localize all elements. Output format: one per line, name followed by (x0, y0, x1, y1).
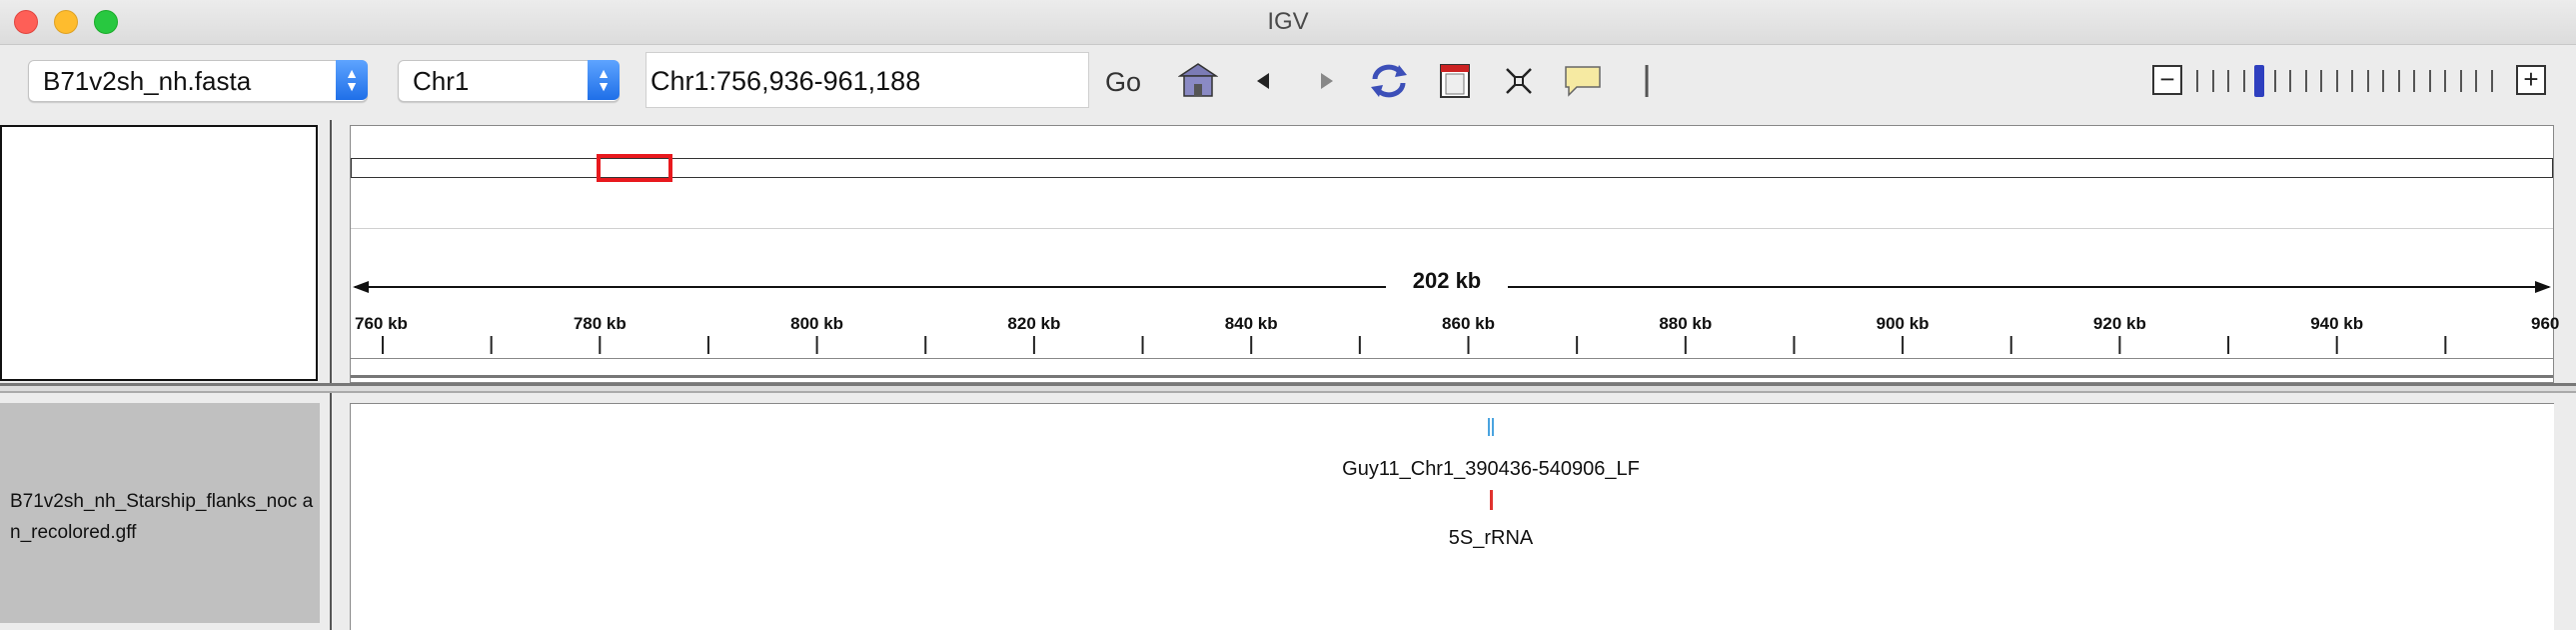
chromosome-ideogram[interactable] (351, 158, 2553, 178)
ruler-ticks[interactable] (351, 336, 2553, 356)
track-name-label: B71v2sh_nh_Starship_flanks_noc an_recolo… (10, 491, 314, 543)
go-button[interactable]: Go (1105, 67, 1141, 98)
zoom-tick[interactable] (2366, 70, 2369, 92)
zoom-slider[interactable]: − + (2152, 65, 2546, 99)
ruler-baseline (351, 358, 2553, 378)
genome-dropdown[interactable]: B71v2sh_nh.fasta ▲ ▼ (28, 60, 368, 102)
ruler-tick-label: 880 kb (1659, 314, 1713, 333)
zoom-tick[interactable] (2196, 70, 2198, 92)
zoom-tick[interactable] (2459, 70, 2462, 92)
ideogram-gap-line (351, 228, 2553, 229)
span-label: 202 kb (1404, 268, 1490, 294)
title-bar: IGV (0, 0, 2576, 45)
resize-icon[interactable] (1497, 59, 1541, 103)
zoom-tick[interactable] (2444, 70, 2446, 92)
track-name-panel[interactable]: B71v2sh_nh_Starship_flanks_noc an_recolo… (0, 403, 320, 623)
panel-divider[interactable] (0, 383, 2576, 393)
ruler-tick-label: 800 kb (790, 314, 844, 333)
ruler-tick-label: 860 kb (1442, 314, 1495, 333)
ruler-tick-label: 780 kb (573, 314, 627, 333)
zoom-tick[interactable] (2242, 70, 2245, 92)
forward-icon[interactable] (1305, 59, 1349, 103)
header-name-panel (0, 125, 318, 381)
ruler-tick-label: 760 kb (355, 314, 408, 333)
zoom-out-button[interactable]: − (2152, 65, 2182, 95)
chromosome-dropdown-value: Chr1 (413, 66, 470, 96)
locus-input-value: Chr1:756,936-961,188 (650, 66, 921, 96)
dropdown-arrows-icon: ▲ ▼ (336, 60, 368, 100)
zoom-tick[interactable] (2289, 70, 2291, 92)
header-data-panel: 202 kb 760 kb 780 kb 800 kb 820 kb 840 kb 860… (350, 125, 2559, 383)
zoom-tick[interactable] (2320, 70, 2322, 92)
zoom-tick[interactable] (2351, 70, 2353, 92)
popup-info-icon[interactable] (1561, 59, 1605, 103)
ruler-tick-label: 900 kb (1876, 314, 1930, 333)
zoom-tick[interactable] (2211, 70, 2214, 92)
zoom-tick[interactable] (2475, 70, 2477, 92)
region-of-interest-icon[interactable] (1433, 59, 1477, 103)
zoom-tick[interactable] (2490, 70, 2493, 92)
feature-guy11-label: Guy11_Chr1_390436-540906_LF (1342, 458, 1640, 480)
window-title: IGV (1267, 8, 1309, 35)
zoom-tick[interactable] (2397, 70, 2400, 92)
zoom-tick[interactable] (2335, 70, 2338, 92)
zoom-tick[interactable] (2304, 70, 2307, 92)
zoom-tick[interactable] (2413, 70, 2415, 92)
dropdown-arrows-icon: ▲ ▼ (588, 60, 620, 100)
ruler-tick-label: 820 kb (1007, 314, 1061, 333)
genome-dropdown-value: B71v2sh_nh.fasta (43, 66, 252, 96)
ruler-tick-label: 940 kb (2310, 314, 2364, 333)
ruler-tick-label: 840 kb (1224, 314, 1278, 333)
feature-track[interactable]: Guy11_Chr1_390436-540906_LF 5S_rRNA (350, 403, 2554, 630)
feature-5s-rrna-marker[interactable] (1490, 490, 1493, 510)
ruler-icon[interactable] (1625, 59, 1669, 103)
zoom-thumb[interactable] (2254, 65, 2264, 97)
feature-5s-rrna-label: 5S_rRNA (1448, 527, 1534, 549)
ruler-tick-label: 960 (2531, 314, 2560, 333)
zoom-tick[interactable] (2382, 70, 2384, 92)
refresh-icon[interactable] (1367, 59, 1411, 103)
back-icon[interactable] (1241, 59, 1285, 103)
zoom-in-button[interactable]: + (2516, 65, 2546, 95)
locus-input[interactable]: Chr1:756,936-961,188 (645, 52, 1089, 108)
panel-separator[interactable] (330, 120, 332, 630)
home-icon[interactable] (1176, 59, 1220, 103)
zoom-tick[interactable] (2428, 70, 2431, 92)
ruler-tick-label: 920 kb (2092, 314, 2146, 333)
zoom-tick[interactable] (2273, 70, 2276, 92)
zoom-tick[interactable] (2227, 70, 2229, 92)
current-region-box[interactable] (597, 154, 672, 182)
feature-guy11-marker[interactable] (1488, 418, 1494, 436)
toolbar: B71v2sh_nh.fasta ▲ ▼ Chr1 ▲ ▼ Chr1:756,936… (0, 45, 2576, 117)
chromosome-dropdown[interactable]: Chr1 ▲ ▼ (398, 60, 620, 102)
